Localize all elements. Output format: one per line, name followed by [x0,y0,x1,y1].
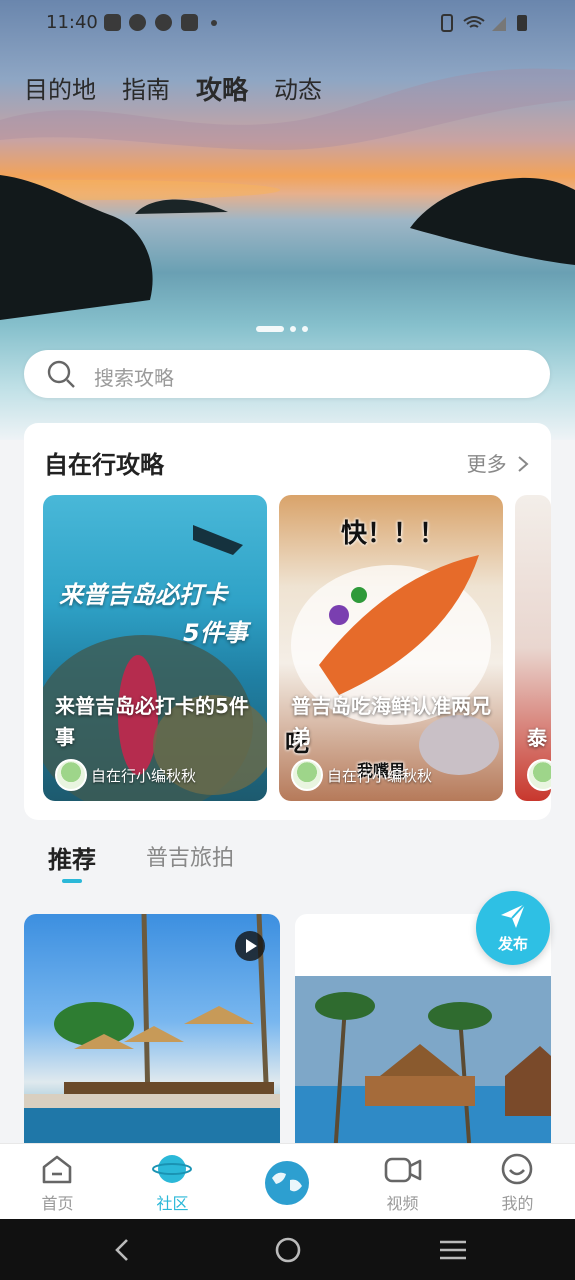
carousel-dot-active [256,326,284,332]
nav-globe[interactable] [230,1144,345,1220]
carousel-dot [290,326,296,332]
chevron-right-icon [518,456,529,472]
carousel-indicator [256,326,308,332]
guide-card-1-overlay-line2: 5件事 [183,619,248,647]
guide-card-2[interactable]: 快！！！ 吃 我嘴里 普吉岛吃海鲜认准两兄弟 自在行小编秋秋 [279,495,503,801]
active-tab-indicator [62,879,82,883]
tab-moments[interactable]: 动态 [274,70,322,107]
guide-card-1[interactable]: 来普吉岛必打卡 5件事 来普吉岛必打卡的5件事 自在行小编秋秋 [43,495,267,801]
author-name: 自在行小编秋秋 [327,766,433,785]
guide-card-1-overlay-line1: 来普吉岛必打卡 [59,581,227,609]
search-placeholder: 搜索攻略 [94,366,174,390]
guide-card-3[interactable]: 泰 [515,495,551,801]
avatar [291,759,323,791]
publish-label: 发布 [497,935,528,953]
bottom-nav: 首页 社区 视频 我的 [0,1143,575,1220]
tab-guide[interactable]: 指南 [122,70,170,107]
mail-icon [104,14,121,31]
system-nav-bar [0,1219,575,1280]
nav-video-label: 视频 [386,1194,419,1213]
video-camera-icon [384,1157,422,1183]
vibrate-icon [441,14,453,32]
home-icon [42,1155,72,1184]
play-icon[interactable] [234,930,266,962]
feed-tabs: 推荐 普吉旅拍 [48,840,234,875]
more-dot-icon [211,20,217,26]
compass-icon-2 [155,14,172,31]
nav-community-label: 社区 [156,1194,189,1213]
nav-me[interactable]: 我的 [460,1144,575,1220]
tab-recommend[interactable]: 推荐 [48,840,96,875]
nav-home[interactable]: 首页 [0,1144,115,1220]
author-name: 自在行小编秋秋 [91,766,197,785]
guides-section: 自在行攻略 更多 来普吉岛必打卡 5件事 来普吉岛必打卡的5件事 自在行小编秋秋… [24,423,551,820]
tab-destination[interactable]: 目的地 [24,70,96,107]
nav-me-label: 我的 [501,1194,534,1213]
carousel-dot [302,326,308,332]
post-card-1[interactable] [24,914,280,1154]
tab-phuket-photos[interactable]: 普吉旅拍 [146,840,234,875]
more-link[interactable]: 更多 [467,448,529,477]
guides-section-title: 自在行攻略 [44,451,164,479]
system-status-icons [441,14,527,32]
search-icon [47,360,75,388]
mail-icon-2 [181,14,198,31]
tab-strategy[interactable]: 攻略 [196,70,248,107]
planet-icon [152,1155,192,1183]
globe-icon [265,1161,309,1205]
post-card-2-image [295,976,551,1154]
back-icon[interactable] [112,1237,132,1263]
nav-home-label: 首页 [41,1194,74,1213]
guide-card-1-title: 来普吉岛必打卡的5件事 [55,694,249,749]
more-label: 更多 [466,452,507,476]
guide-card-1-author: 自在行小编秋秋 [55,759,196,791]
guide-card-2-overlay-text: 快！！！ [341,519,446,549]
home-circle-icon[interactable] [273,1235,303,1265]
smile-icon [501,1153,533,1185]
publish-button[interactable]: 发布 [476,891,550,965]
compass-icon [129,14,146,31]
guide-card-2-author: 自在行小编秋秋 [291,759,432,791]
nav-video[interactable]: 视频 [345,1144,460,1220]
search-bar[interactable]: 搜索攻略 [24,350,550,398]
top-nav: 目的地 指南 攻略 动态 [24,70,322,107]
guide-card-2-title: 普吉岛吃海鲜认准两兄弟 [291,694,491,749]
guide-card-3-title: 泰 [527,726,547,750]
nav-community[interactable]: 社区 [115,1144,230,1220]
paper-plane-icon [501,903,526,928]
signal-icon [492,17,506,31]
status-bar: 11:40 [0,0,575,46]
wifi-icon [463,16,485,28]
avatar [55,759,87,791]
battery-icon [517,15,527,31]
status-time: 11:40 [46,12,98,33]
guide-card-1-image [43,525,267,801]
avatar [527,759,551,791]
guide-card-3-author [527,759,551,791]
recent-apps-icon[interactable] [438,1237,468,1263]
